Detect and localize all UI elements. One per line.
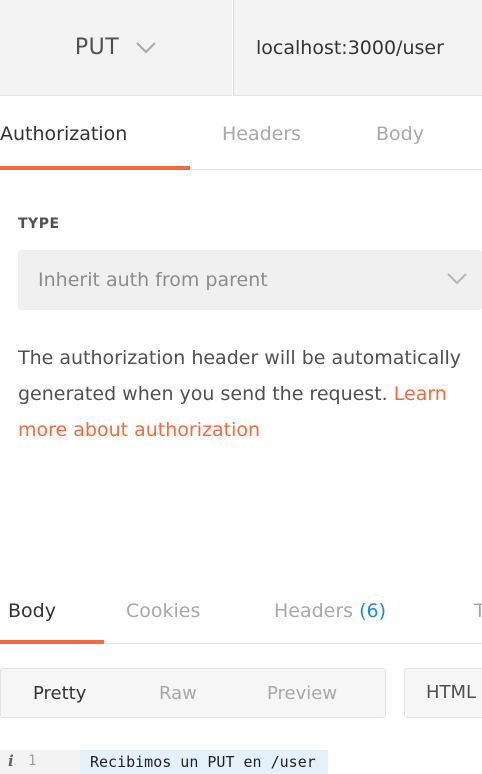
response-code-line: i 1 Recibimos un PUT en /user [0, 750, 482, 774]
chevron-down-icon [447, 273, 467, 285]
tab-label: Body [376, 123, 424, 145]
request-bar: PUT [0, 0, 482, 96]
url-input[interactable] [233, 0, 482, 96]
tab-headers[interactable]: Headers [222, 96, 301, 169]
tab-label: Cookies [126, 600, 201, 622]
tab-label: Headers [222, 123, 302, 145]
method-label: PUT [74, 35, 120, 60]
pretty-button[interactable]: Pretty [33, 669, 86, 717]
chevron-down-icon [136, 41, 156, 53]
auth-description: The authorization header will be automat… [18, 340, 478, 448]
auth-type-value: Inherit auth from parent [38, 269, 268, 291]
tab-label: Headers [274, 600, 354, 622]
auth-type-select[interactable]: Inherit auth from parent [18, 250, 482, 310]
line-number: 1 [28, 753, 37, 769]
active-tab-indicator [0, 640, 104, 644]
info-icon: i [8, 752, 14, 770]
tab-cookies[interactable]: Cookies [126, 578, 200, 643]
tab-label: T [474, 600, 482, 622]
request-tabs: Authorization Headers Body [0, 96, 482, 170]
tab-response-body[interactable]: Body [0, 578, 104, 644]
response-tabs: Body Cookies Headers (6) T [0, 578, 482, 644]
raw-button[interactable]: Raw [159, 669, 197, 717]
tab-response-headers[interactable]: Headers (6) [274, 578, 386, 643]
tab-authorization[interactable]: Authorization [0, 96, 190, 170]
view-mode-group: Pretty Raw Preview [0, 668, 386, 718]
response-body-text: Recibimos un PUT en /user [80, 750, 328, 774]
headers-count-badge: (6) [359, 600, 387, 622]
method-select[interactable]: PUT [0, 0, 232, 96]
tab-body[interactable]: Body [376, 96, 424, 169]
code-gutter: i 1 [0, 750, 80, 774]
tab-test-results[interactable]: T [474, 578, 482, 643]
tab-label: Authorization [0, 123, 128, 145]
format-select[interactable]: HTML [404, 668, 482, 718]
active-tab-indicator [0, 166, 190, 170]
preview-button[interactable]: Preview [267, 669, 337, 717]
tab-label: Body [8, 600, 56, 622]
auth-type-label: TYPE [18, 216, 60, 232]
